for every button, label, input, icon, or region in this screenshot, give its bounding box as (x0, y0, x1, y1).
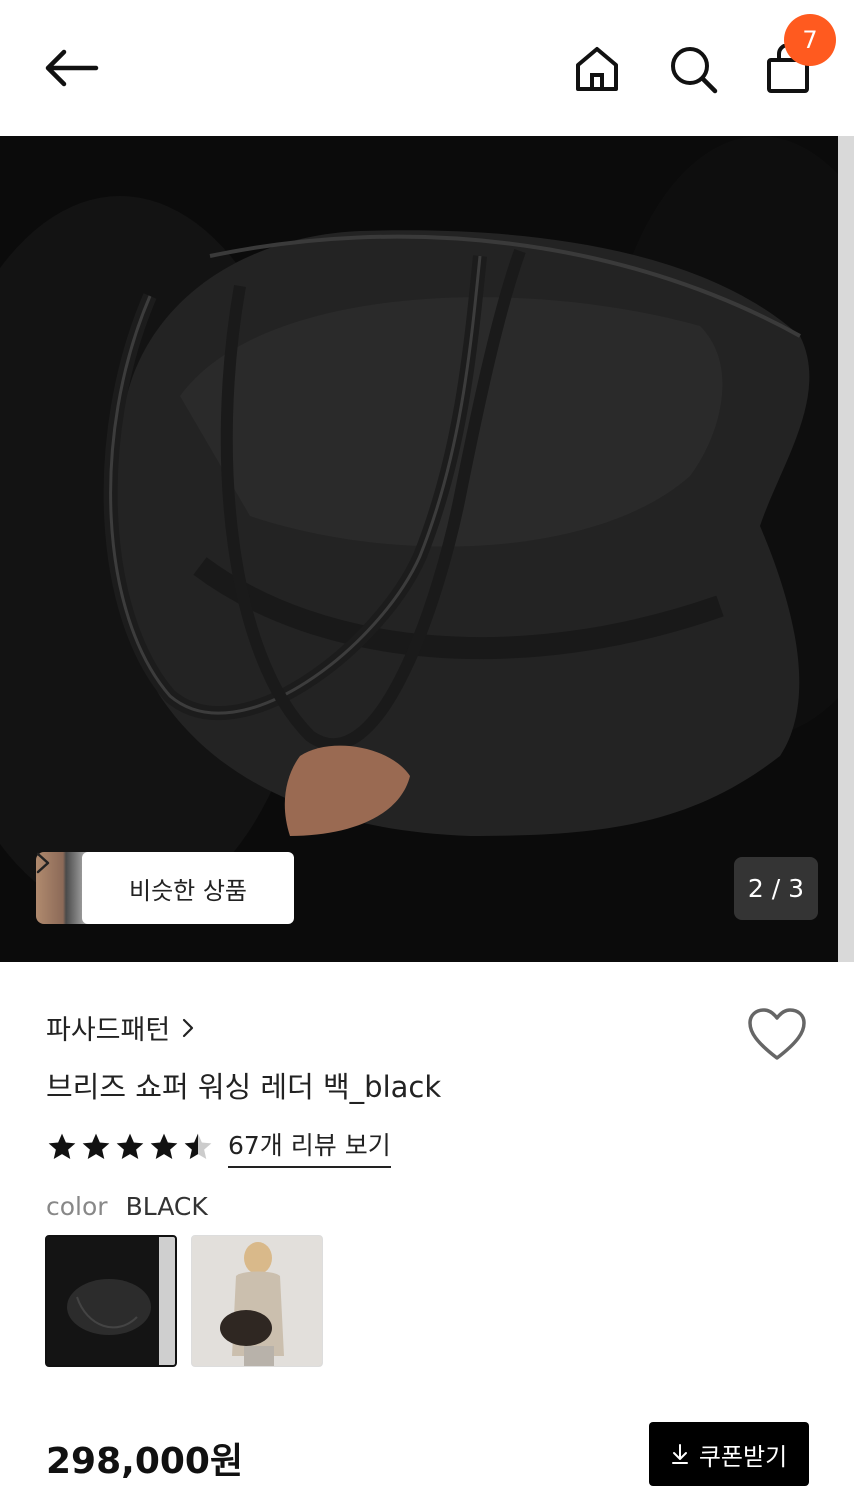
color-swatch-black[interactable] (45, 1235, 177, 1367)
rating-row: 67개 리뷰 보기 (46, 1126, 391, 1168)
cart-count-badge: 7 (784, 14, 836, 66)
swatch-photo (47, 1237, 175, 1365)
similar-products-label: 비슷한 상품 (128, 876, 248, 905)
coupon-label: 쿠폰받기 (698, 1442, 788, 1471)
price: 298,000원 (46, 1441, 244, 1482)
coupon-button[interactable]: 쿠폰받기 (649, 1422, 809, 1486)
heart-icon (748, 1008, 806, 1060)
chevron-right-icon (183, 1018, 194, 1037)
star-icon (48, 1133, 76, 1159)
product-title: 브리즈 쇼퍼 워싱 레더 백_black (46, 1070, 442, 1104)
star-half-icon (184, 1133, 212, 1159)
star-icon (82, 1133, 110, 1159)
image-pager: 2 / 3 (734, 857, 818, 920)
download-icon (671, 1444, 688, 1464)
rating-stars (46, 1131, 214, 1163)
wishlist-button[interactable] (746, 1006, 808, 1064)
review-link[interactable]: 67개 리뷰 보기 (228, 1126, 391, 1168)
arrow-left-icon (45, 49, 99, 87)
similar-products[interactable]: 비슷한 상품 (36, 852, 294, 924)
chevron-right-icon (36, 852, 50, 874)
product-photo (0, 136, 854, 962)
color-value: BLACK (125, 1192, 208, 1221)
search-button[interactable] (662, 38, 724, 100)
home-button[interactable] (566, 38, 628, 100)
star-icon (116, 1133, 144, 1159)
top-header: 7 (0, 0, 854, 136)
similar-products-button[interactable]: 비슷한 상품 (36, 852, 294, 924)
home-icon (576, 47, 618, 91)
color-label: color (46, 1192, 108, 1221)
product-image-gallery[interactable]: 비슷한 상품 2 / 3 (0, 136, 854, 962)
star-icon (150, 1133, 178, 1159)
color-swatch-alt[interactable] (191, 1235, 323, 1367)
search-icon (671, 47, 718, 94)
brand-link[interactable]: 파사드패턴 (46, 1008, 194, 1047)
color-row: color BLACK (46, 1192, 208, 1221)
swatch-photo (192, 1236, 322, 1366)
brand-name: 파사드패턴 (46, 1015, 171, 1046)
back-button[interactable] (36, 38, 108, 98)
